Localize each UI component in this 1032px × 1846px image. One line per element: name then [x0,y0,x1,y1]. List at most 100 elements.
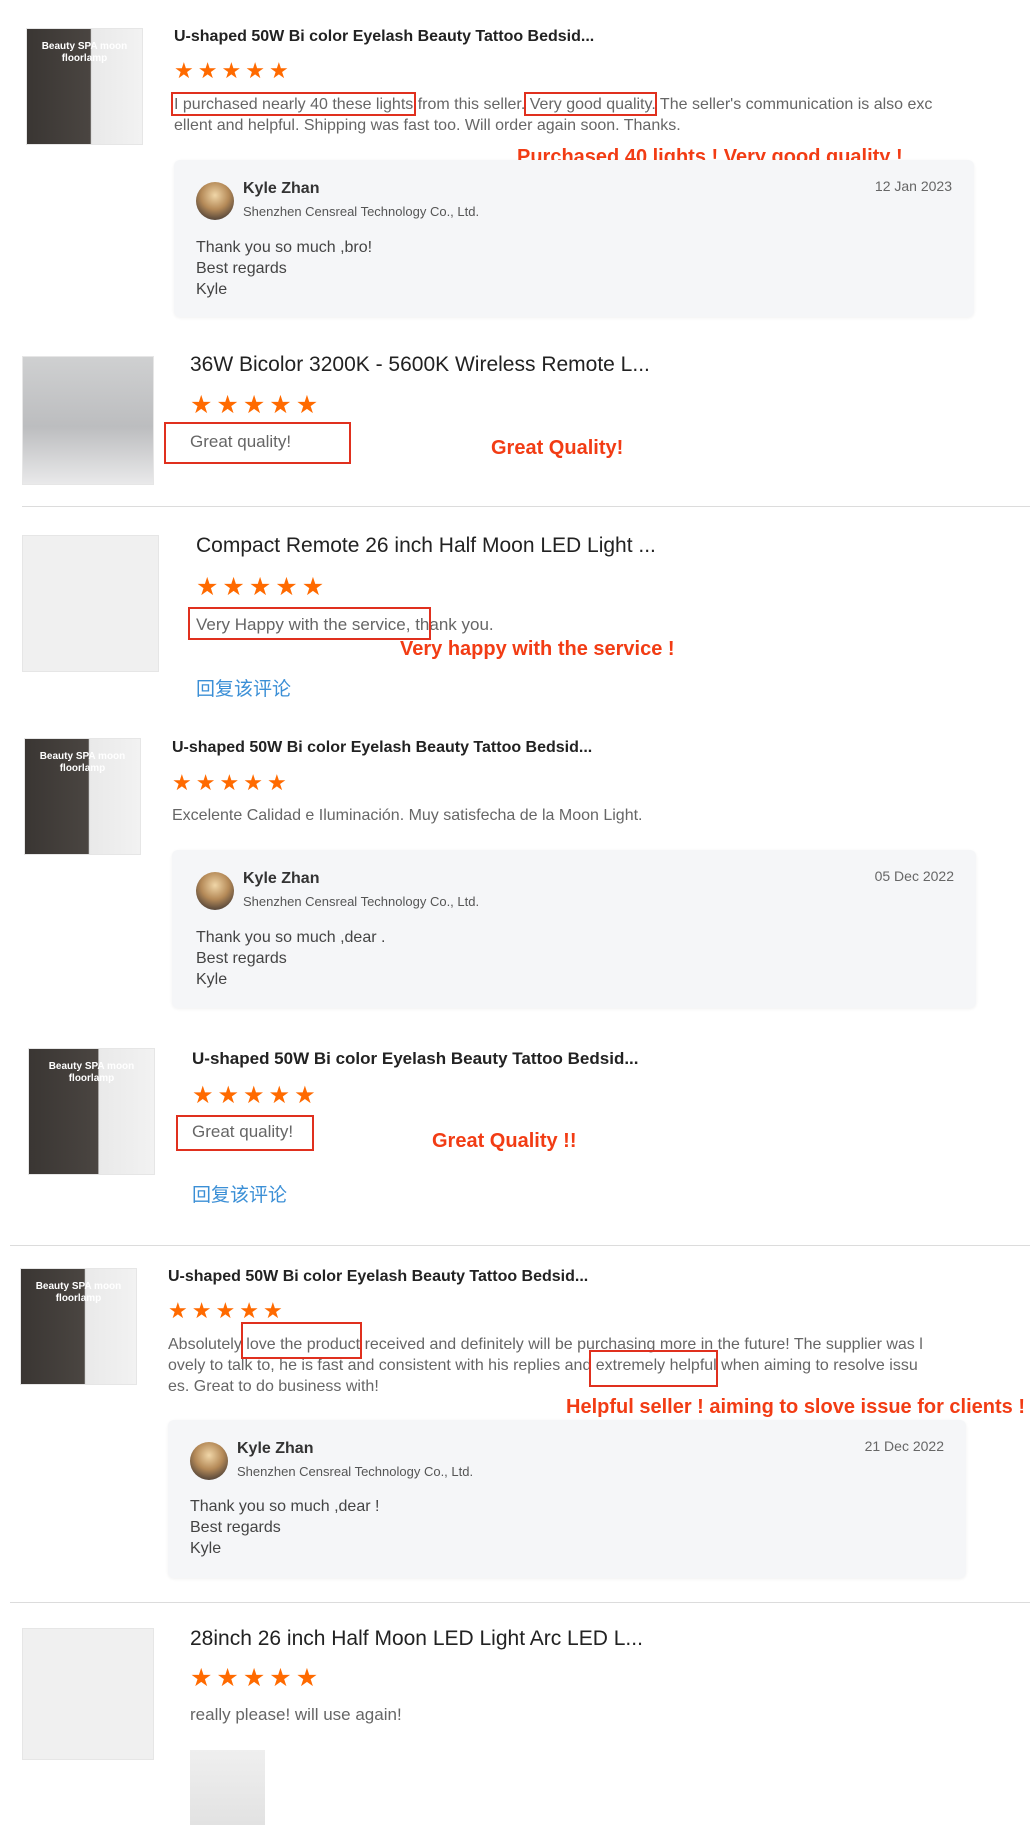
highlight-box [589,1350,718,1387]
star-icon: ★ [215,1298,236,1323]
avatar [196,182,234,220]
review-text-segment: The seller's communication is also exc [655,96,933,113]
star-icon: ★ [243,770,263,795]
star-icon: ★ [242,391,266,419]
review-text-segment: when aiming to resolve issu [716,1357,918,1374]
annotation-text: Great Quality! [491,437,624,459]
annotation-text: Great Quality !! [432,1130,577,1152]
star-icon: ★ [268,1082,291,1109]
star-icon: ★ [196,573,219,601]
star-icon: ★ [262,1298,283,1323]
reply-company: Shenzhen Censreal Technology Co., Ltd. [237,1464,474,1479]
star-rating: ★ ★ ★ ★ ★ [190,1666,318,1691]
review-text-segment: ovely to talk to, he is fast and consist… [168,1357,596,1374]
star-icon: ★ [269,1664,292,1692]
star-icon: ★ [168,1298,188,1323]
star-icon: ★ [295,1664,319,1692]
star-rating: ★ ★ ★ ★ ★ [190,393,318,418]
product-title[interactable]: Compact Remote 26 inch Half Moon LED Lig… [196,534,656,558]
thumbnail-title: Beauty SPA moon floorlamp [35,1281,122,1304]
reply-line: Thank you so much ,bro! [196,239,373,256]
reply-date: 12 Jan 2023 [874,178,952,194]
reply-message: Thank you so much ,bro! Best regards Kyl… [196,237,372,300]
seller-reply: Kyle Zhan Shenzhen Censreal Technology C… [172,850,976,1008]
star-icon: ★ [197,58,218,83]
product-title[interactable]: U-shaped 50W Bi color Eyelash Beauty Tat… [168,1268,588,1286]
star-icon: ★ [266,770,287,795]
star-icon: ★ [217,1082,240,1109]
product-title[interactable]: U-shaped 50W Bi color Eyelash Beauty Tat… [192,1049,639,1069]
star-icon: ★ [248,573,272,601]
review-text-segment: ellent and helpful. Shipping was fast to… [174,117,681,134]
product-title[interactable]: U-shaped 50W Bi color Eyelash Beauty Tat… [174,28,594,46]
product-thumbnail[interactable] [22,356,154,485]
reply-date: 21 Dec 2022 [864,1438,944,1454]
reply-line: Thank you so much ,dear ! [190,1498,380,1515]
divider [10,1602,1030,1603]
seller-reply: Kyle Zhan Shenzhen Censreal Technology C… [168,1420,966,1578]
annotation-text: Very happy with the service ! [400,638,675,660]
star-icon: ★ [191,1298,212,1323]
divider [10,1245,1030,1246]
star-icon: ★ [190,391,213,419]
reply-author-name: Kyle Zhan [243,870,320,887]
review-text: Excelente Calidad e Iluminación. Muy sat… [172,807,643,824]
product-title[interactable]: 28inch 26 inch Half Moon LED Light Arc L… [190,1627,643,1651]
review-photo[interactable] [190,1750,265,1825]
divider [22,506,1030,507]
reply-review-link[interactable]: 回复该评论 [192,1180,287,1207]
reply-review-link[interactable]: 回复该评论 [196,674,291,701]
reply-company: Shenzhen Censreal Technology Co., Ltd. [243,894,480,909]
star-icon: ★ [190,1664,213,1692]
star-icon: ★ [195,770,216,795]
thumbnail-title: Beauty SPA moon floorlamp [48,1061,135,1084]
reply-date: 05 Dec 2022 [874,868,954,884]
star-icon: ★ [216,1664,239,1692]
star-icon: ★ [301,573,325,601]
star-icon: ★ [295,391,319,419]
star-icon: ★ [221,58,242,83]
star-rating: ★ ★ ★ ★ ★ [172,772,287,794]
seller-reply: Kyle Zhan Shenzhen Censreal Technology C… [174,160,974,317]
star-icon: ★ [239,1298,259,1323]
reply-message: Thank you so much ,dear . Best regards K… [196,927,385,990]
reply-line: Kyle [196,281,228,298]
avatar [196,872,234,910]
reply-line: Best regards [190,1519,281,1536]
star-icon: ★ [242,1664,266,1692]
star-icon: ★ [192,1082,214,1109]
reply-line: Best regards [196,260,287,277]
star-rating: ★ ★ ★ ★ ★ [168,1300,283,1322]
reply-message: Thank you so much ,dear ! Best regards K… [190,1496,379,1559]
avatar [190,1442,228,1480]
highlight-box [176,1115,314,1151]
star-icon: ★ [268,58,289,83]
product-thumbnail[interactable]: Beauty SPA moon floorlamp [28,1048,155,1175]
reply-line: Kyle [190,1540,222,1557]
highlight-box [241,1322,362,1359]
review-text-segment: Absolutely [168,1336,247,1353]
highlight-box [524,92,657,116]
star-rating: ★ ★ ★ ★ ★ [196,575,324,600]
product-thumbnail[interactable] [22,1628,154,1760]
product-thumbnail[interactable]: Beauty SPA moon floorlamp [26,28,143,145]
reply-author-name: Kyle Zhan [237,1440,314,1457]
product-thumbnail[interactable]: Beauty SPA moon floorlamp [20,1268,137,1385]
highlight-box [164,422,351,464]
product-title[interactable]: U-shaped 50W Bi color Eyelash Beauty Tat… [172,739,592,757]
product-thumbnail[interactable] [22,535,159,672]
thumbnail-title: Beauty SPA moon floorlamp [39,751,126,774]
star-icon: ★ [222,573,245,601]
thumbnail-title: Beauty SPA moon floorlamp [41,41,128,64]
reply-author-name: Kyle Zhan [243,180,320,197]
star-icon: ★ [275,573,298,601]
reply-line: Thank you so much ,dear . [196,929,386,946]
highlight-box [188,607,431,640]
star-icon: ★ [174,58,194,83]
product-title[interactable]: 36W Bicolor 3200K - 5600K Wireless Remot… [190,353,650,377]
highlight-box [171,92,416,116]
review-text: really please! will use again! [190,1705,402,1724]
product-thumbnail[interactable]: Beauty SPA moon floorlamp [24,738,141,855]
reply-company: Shenzhen Censreal Technology Co., Ltd. [243,204,480,219]
star-icon: ★ [245,58,265,83]
